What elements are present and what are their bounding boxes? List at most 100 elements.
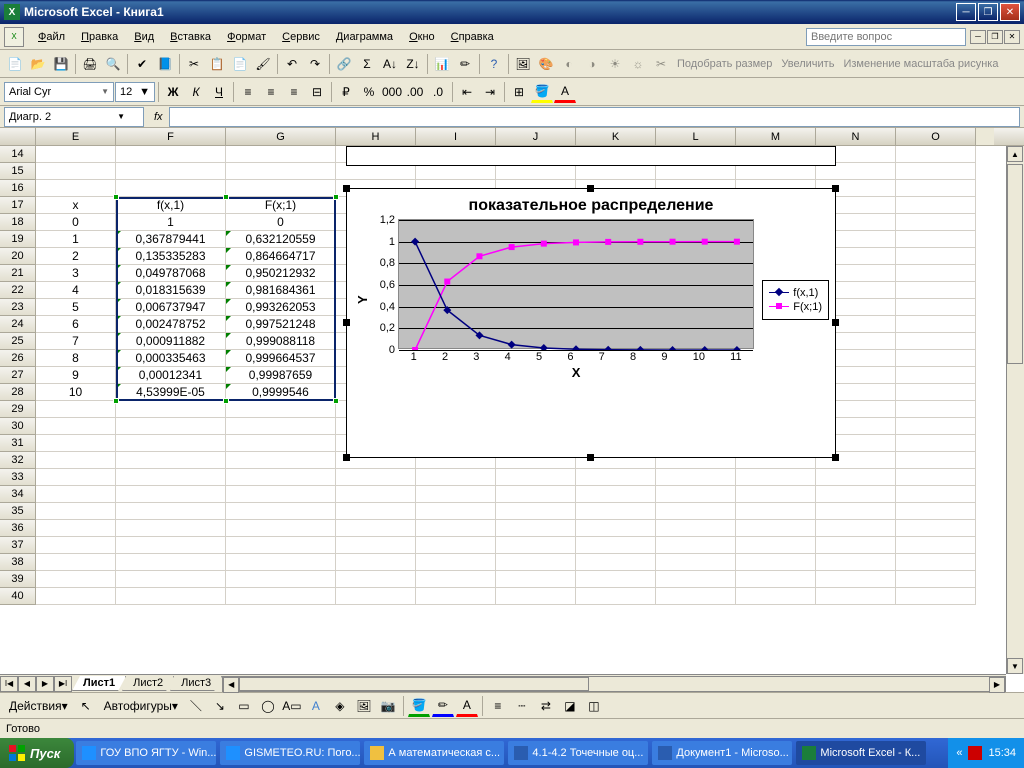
cell-O22[interactable]	[896, 282, 976, 299]
cell-E22[interactable]: 4	[36, 282, 116, 299]
cell-H36[interactable]	[336, 520, 416, 537]
cell-F33[interactable]	[116, 469, 226, 486]
spell-check-button[interactable]: ✔	[131, 53, 153, 75]
cell-O16[interactable]	[896, 180, 976, 197]
align-right-button[interactable]: ≡	[283, 81, 305, 103]
cell-E29[interactable]	[36, 401, 116, 418]
align-center-button[interactable]: ≡	[260, 81, 282, 103]
cell-O20[interactable]	[896, 248, 976, 265]
arrow-style-button[interactable]: ⇄	[535, 695, 557, 717]
cell-G28[interactable]: 0,9999546	[226, 384, 336, 401]
select-objects-button[interactable]: ↖	[75, 695, 97, 717]
doc-restore-button[interactable]: ❐	[987, 30, 1003, 44]
clipart-button[interactable]: 🖼	[353, 695, 375, 717]
row-header-39[interactable]: 39	[0, 571, 36, 588]
cell-G38[interactable]	[226, 554, 336, 571]
col-header-G[interactable]: G	[226, 128, 336, 145]
diagram-button[interactable]: ◈	[329, 695, 351, 717]
cell-O36[interactable]	[896, 520, 976, 537]
line-style-button[interactable]: ≡	[487, 695, 509, 717]
picture-button[interactable]: 📷	[377, 695, 399, 717]
autosum-button[interactable]: Σ	[356, 53, 378, 75]
font-color-draw-button[interactable]: A	[456, 695, 478, 717]
cell-G15[interactable]	[226, 163, 336, 180]
doc-close-button[interactable]: ✕	[1004, 30, 1020, 44]
cell-F29[interactable]	[116, 401, 226, 418]
cell-E21[interactable]: 3	[36, 265, 116, 282]
cell-O15[interactable]	[896, 163, 976, 180]
open-button[interactable]: 📂	[27, 53, 49, 75]
chart-resize-handle[interactable]	[343, 454, 350, 461]
cell-O14[interactable]	[896, 146, 976, 163]
cell-O23[interactable]	[896, 299, 976, 316]
cell-H37[interactable]	[336, 537, 416, 554]
cell-F30[interactable]	[116, 418, 226, 435]
comma-button[interactable]: 000	[381, 81, 403, 103]
print-button[interactable]: 🖨	[79, 53, 101, 75]
cell-E39[interactable]	[36, 571, 116, 588]
copy-button[interactable]: 📋	[206, 53, 228, 75]
shadow-button[interactable]: ◪	[559, 695, 581, 717]
col-header-K[interactable]: K	[576, 128, 656, 145]
cell-E25[interactable]: 7	[36, 333, 116, 350]
textbox-button[interactable]: A▭	[281, 695, 303, 717]
cell-O34[interactable]	[896, 486, 976, 503]
cell-E26[interactable]: 8	[36, 350, 116, 367]
cell-M39[interactable]	[736, 571, 816, 588]
cell-O25[interactable]	[896, 333, 976, 350]
cell-E19[interactable]: 1	[36, 231, 116, 248]
row-header-40[interactable]: 40	[0, 588, 36, 605]
scroll-down-button[interactable]: ▼	[1007, 658, 1023, 674]
cell-E40[interactable]	[36, 588, 116, 605]
cell-E24[interactable]: 6	[36, 316, 116, 333]
chart-resize-handle[interactable]	[832, 185, 839, 192]
cell-M35[interactable]	[736, 503, 816, 520]
tray-chevron-icon[interactable]: «	[956, 747, 962, 759]
cell-L40[interactable]	[656, 588, 736, 605]
cell-N39[interactable]	[816, 571, 896, 588]
row-header-30[interactable]: 30	[0, 418, 36, 435]
cell-O33[interactable]	[896, 469, 976, 486]
cell-F32[interactable]	[116, 452, 226, 469]
cell-G20[interactable]: 0,864664717	[226, 248, 336, 265]
line-color-button[interactable]: ✏	[432, 695, 454, 717]
wordart-button[interactable]: A	[305, 695, 327, 717]
cell-G34[interactable]	[226, 486, 336, 503]
menu-Сервис[interactable]: Сервис	[274, 28, 328, 46]
cell-F19[interactable]: 0,367879441	[116, 231, 226, 248]
cell-G33[interactable]	[226, 469, 336, 486]
sheet-tab-Лист2[interactable]: Лист2	[122, 676, 174, 691]
pic-crop-button[interactable]: ✂	[650, 53, 672, 75]
scroll-right-button[interactable]: ▶	[989, 677, 1005, 693]
cell-E28[interactable]: 10	[36, 384, 116, 401]
cell-O21[interactable]	[896, 265, 976, 282]
chart-resize-handle[interactable]	[587, 454, 594, 461]
horizontal-scrollbar[interactable]: ◀ ▶	[222, 676, 1006, 692]
scroll-up-button[interactable]: ▲	[1007, 146, 1023, 162]
cell-N38[interactable]	[816, 554, 896, 571]
row-header-17[interactable]: 17	[0, 197, 36, 214]
cell-G39[interactable]	[226, 571, 336, 588]
cell-E33[interactable]	[36, 469, 116, 486]
rectangle-button[interactable]: ▭	[233, 695, 255, 717]
tab-next-button[interactable]: ▶	[36, 676, 54, 692]
chart-title[interactable]: показательное распределение	[347, 197, 835, 215]
cell-F39[interactable]	[116, 571, 226, 588]
cell-I40[interactable]	[416, 588, 496, 605]
cell-F25[interactable]: 0,000911882	[116, 333, 226, 350]
font-color-button[interactable]: A	[554, 81, 576, 103]
cell-O31[interactable]	[896, 435, 976, 452]
cell-G17[interactable]: F(x;1)	[226, 197, 336, 214]
legend-item[interactable]: F(x;1)	[769, 301, 822, 313]
cell-F36[interactable]	[116, 520, 226, 537]
cell-J37[interactable]	[496, 537, 576, 554]
cell-O28[interactable]	[896, 384, 976, 401]
menu-Справка[interactable]: Справка	[443, 28, 502, 46]
cell-E31[interactable]	[36, 435, 116, 452]
cell-G19[interactable]: 0,632120559	[226, 231, 336, 248]
inc-indent-button[interactable]: ⇥	[479, 81, 501, 103]
cell-F20[interactable]: 0,135335283	[116, 248, 226, 265]
cell-G29[interactable]	[226, 401, 336, 418]
cell-G32[interactable]	[226, 452, 336, 469]
cell-G14[interactable]	[226, 146, 336, 163]
